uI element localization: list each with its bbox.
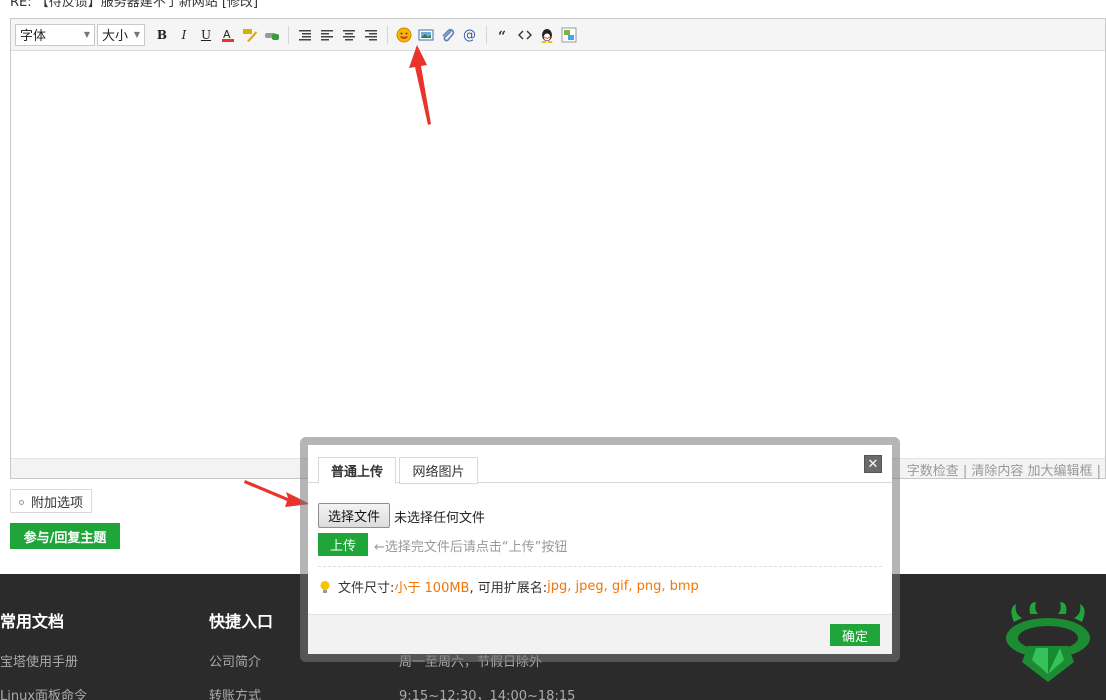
align-left-button[interactable] — [316, 24, 338, 46]
highlight-button[interactable] — [239, 24, 261, 46]
underline-button[interactable]: U — [195, 24, 217, 46]
quote-button[interactable]: “ — [492, 24, 514, 46]
italic-button[interactable]: I — [173, 24, 195, 46]
highlighter-icon — [243, 28, 257, 42]
pagoda-logo-icon — [1006, 602, 1090, 682]
font-family-label: 字体 — [20, 29, 47, 44]
page: RE: 【待反馈】服务器建不了新网站 [修改] 字体 ▼ 大小 ▼ B I U … — [0, 0, 1106, 700]
upload-button[interactable]: 上传 — [318, 533, 368, 556]
qq-penguin-icon — [541, 28, 553, 43]
footer-link[interactable]: 公司简介 — [209, 651, 261, 670]
align-left-icon — [321, 29, 333, 40]
mention-button[interactable]: @ — [459, 24, 481, 46]
quote-icon: “ — [498, 29, 506, 42]
close-icon[interactable]: ✕ — [864, 455, 882, 473]
chevron-down-icon: ▼ — [133, 30, 140, 39]
upload-dialog-overlay: 普通上传 网络图片 ✕ 选择文件 未选择任何文件 上传 ←选择完文件后请点击“上… — [300, 437, 900, 662]
attachment-button[interactable] — [437, 24, 459, 46]
link-icon — [265, 32, 279, 40]
font-color-icon: A — [222, 28, 234, 42]
bold-button[interactable]: B — [151, 24, 173, 46]
extra-options-button[interactable]: 附加选项 — [10, 489, 93, 513]
size-prefix: 文件尺寸: — [338, 581, 395, 596]
font-color-button[interactable]: A — [217, 24, 239, 46]
footer-link[interactable]: 宝塔使用手册 — [0, 651, 78, 670]
tab-local-upload[interactable]: 普通上传 — [318, 457, 396, 484]
paperclip-icon — [442, 28, 455, 41]
svg-text:“: “ — [498, 29, 506, 42]
font-size-label: 大小 — [102, 29, 129, 44]
toolbar-separator — [486, 25, 487, 44]
link-button[interactable] — [261, 24, 283, 46]
code-button[interactable] — [514, 24, 536, 46]
extra-options-label: 附加选项 — [31, 495, 84, 511]
align-justify-icon — [299, 29, 311, 40]
footer-link[interactable]: Linux面板命令 — [0, 685, 87, 700]
ext-prefix: , 可用扩展名: — [469, 581, 548, 596]
tab-web-image[interactable]: 网络图片 — [399, 457, 478, 484]
font-family-select[interactable]: 字体 ▼ — [15, 23, 95, 46]
align-right-icon — [365, 29, 377, 40]
upload-tabs: 普通上传 网络图片 ✕ — [308, 445, 892, 484]
svg-text:@: @ — [463, 28, 476, 43]
divider — [318, 566, 882, 567]
file-limits: 文件尺寸: 小于 100MB , 可用扩展名: jpg, jpeg, gif, … — [318, 577, 699, 596]
upload-hint-text: ←选择完文件后请点击“上传”按钮 — [374, 540, 568, 555]
editor-toolbar: 字体 ▼ 大小 ▼ B I U A @ “ — [11, 19, 1105, 51]
footer-shortcuts-heading: 快捷入口 — [209, 612, 274, 631]
align-center-button[interactable] — [338, 24, 360, 46]
rich-text-editor: 字体 ▼ 大小 ▼ B I U A @ “ 字数检查 | 清除内容 加大编辑框 … — [10, 18, 1106, 479]
thread-title: RE: 【待反馈】服务器建不了新网站 [修改] — [10, 0, 259, 10]
choose-file-button[interactable]: 选择文件 — [318, 503, 390, 528]
upload-dialog: 普通上传 网络图片 ✕ 选择文件 未选择任何文件 上传 ←选择完文件后请点击“上… — [308, 445, 892, 654]
list-numbered-button[interactable] — [294, 24, 316, 46]
confirm-button[interactable]: 确定 — [830, 624, 880, 646]
footer-link[interactable]: 转账方式 — [209, 685, 261, 700]
reply-submit-button[interactable]: 参与/回复主题 — [10, 523, 120, 549]
toolbar-separator — [288, 25, 289, 44]
align-right-button[interactable] — [360, 24, 382, 46]
bullet-icon — [19, 500, 24, 505]
size-value: 小于 100MB — [394, 581, 470, 596]
file-status-text: 未选择任何文件 — [394, 511, 486, 526]
align-center-icon — [343, 29, 355, 40]
ext-value: jpg, jpeg, gif, png, bmp — [547, 579, 699, 594]
editor-content-area[interactable] — [11, 51, 1105, 458]
at-sign-icon: @ — [463, 28, 476, 43]
editor-status-links[interactable]: 字数检查 | 清除内容 加大编辑框 | — [907, 460, 1101, 479]
qq-button[interactable] — [536, 24, 558, 46]
footer-docs-heading: 常用文档 — [0, 612, 65, 631]
dialog-footer: 确定 — [308, 614, 892, 654]
broken-image-button[interactable] — [558, 24, 580, 46]
toolbar-separator — [387, 25, 388, 44]
chevron-down-icon: ▼ — [83, 30, 90, 39]
code-icon — [518, 30, 532, 39]
lightbulb-icon — [320, 580, 330, 593]
broken-image-icon — [561, 27, 577, 42]
annotation-arrow-icon — [409, 45, 431, 125]
footer-hours-text: 9:15~12:30，14:00~18:15 — [399, 689, 576, 700]
font-size-select[interactable]: 大小 ▼ — [97, 23, 145, 46]
